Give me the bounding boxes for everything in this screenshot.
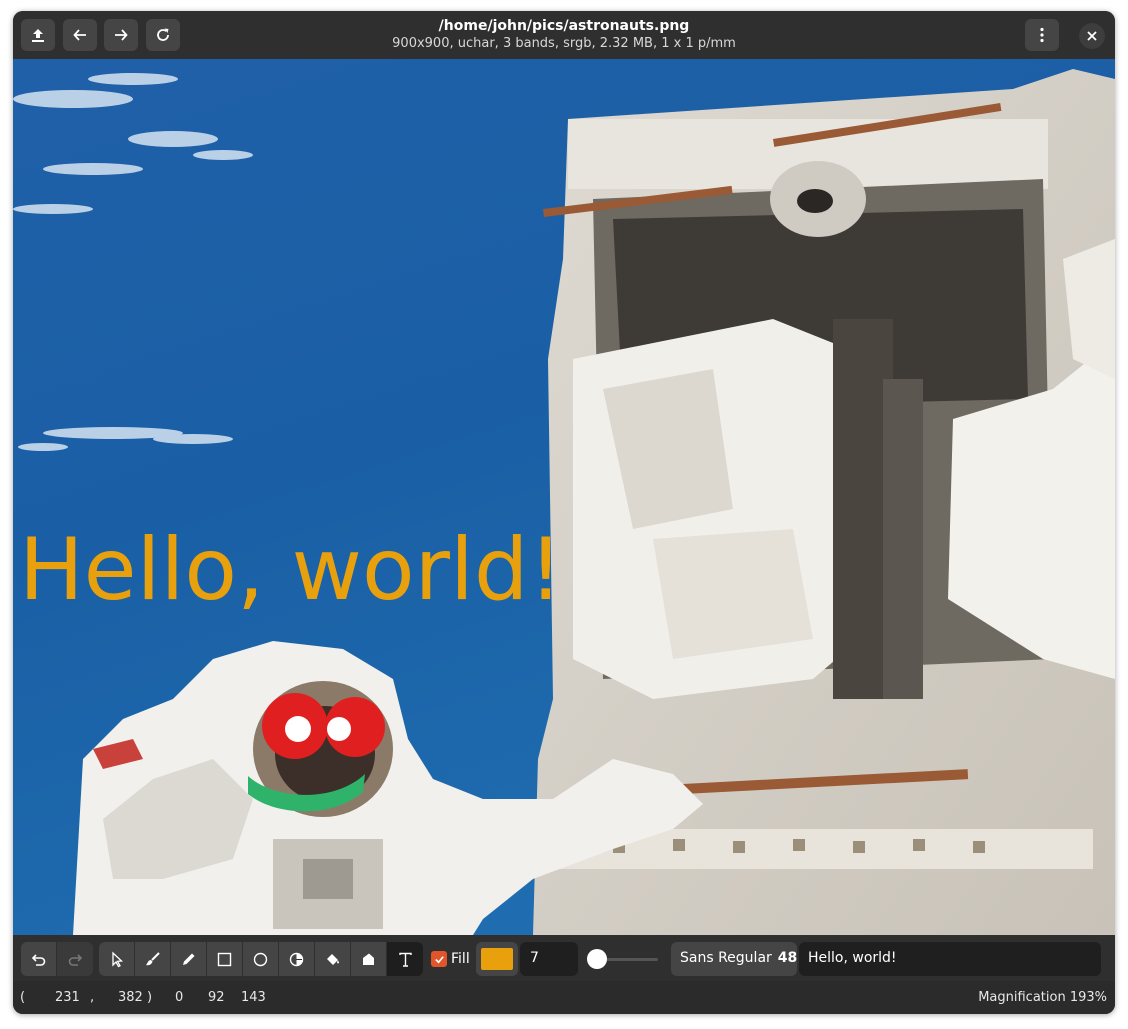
fill-toggle[interactable]: Fill	[431, 951, 470, 967]
font-size: 48	[777, 950, 798, 966]
coord-x: 231	[55, 990, 80, 1005]
reload-button[interactable]	[146, 19, 180, 51]
next-image-button[interactable]	[104, 19, 138, 51]
fill-checkbox[interactable]	[431, 951, 447, 967]
line-width-input[interactable]: 7	[520, 942, 578, 976]
pencil-icon	[183, 953, 195, 965]
pencil-tool-button[interactable]	[171, 942, 207, 976]
upload-icon	[32, 29, 44, 42]
flood-fill-icon	[327, 953, 339, 965]
flood-fill-tool-button[interactable]	[315, 942, 351, 976]
arrow-right-icon	[115, 29, 128, 41]
history-group	[21, 942, 93, 976]
text-tool-button[interactable]	[387, 942, 423, 976]
bucket-tool-button[interactable]	[351, 942, 387, 976]
upload-button[interactable]	[21, 19, 55, 51]
title-area: /home/john/pics/astronauts.png 900x900, …	[213, 17, 915, 53]
tools-group	[99, 942, 423, 976]
close-icon	[1087, 31, 1097, 41]
select-icon	[112, 950, 124, 967]
undo-button[interactable]	[21, 942, 57, 976]
window-title: /home/john/pics/astronauts.png	[438, 18, 690, 34]
arrow-left-icon	[73, 29, 86, 41]
paint-toolbar: Fill 7 Sans Regular 48 Hello, world!	[13, 935, 1115, 981]
select-tool-button[interactable]	[99, 942, 135, 976]
font-name: Sans Regular	[680, 950, 772, 966]
header-bar: /home/john/pics/astronauts.png 900x900, …	[13, 11, 1115, 59]
image-info: 900x900, uchar, 3 bands, srgb, 2.32 MB, …	[392, 36, 736, 51]
canvas-text-annotation[interactable]: Hello, world!	[19, 520, 563, 620]
coord-open: (	[20, 990, 26, 1005]
image-viewer-window: /home/john/pics/astronauts.png 900x900, …	[13, 11, 1115, 1014]
undo-icon	[31, 953, 46, 966]
pixel-green-value: 92	[208, 990, 225, 1005]
checkmark-icon	[434, 955, 444, 963]
text-input[interactable]: Hello, world!	[799, 942, 1101, 976]
coord-sep: ,	[90, 990, 95, 1005]
right-pupil-shape	[327, 717, 351, 741]
circle-tool-button[interactable]	[243, 942, 279, 976]
opacity-slider-track[interactable]	[598, 958, 658, 961]
magnification-readout: Magnification 193%	[978, 990, 1107, 1005]
pixel-red-value: 0	[175, 990, 184, 1005]
kebab-menu-icon	[1040, 27, 1044, 43]
main-menu-button[interactable]	[1025, 19, 1059, 51]
coord-close: )	[147, 990, 153, 1005]
font-chooser-button[interactable]: Sans Regular 48	[671, 942, 797, 976]
opacity-slider-knob[interactable]	[587, 949, 607, 969]
status-bar: ( 231 , 382 ) 0 92 143 Magnification 193…	[13, 981, 1115, 1014]
contrast-icon	[289, 952, 304, 966]
redo-button[interactable]	[57, 942, 93, 976]
brush-icon	[146, 951, 160, 965]
refresh-icon	[157, 28, 169, 41]
close-button[interactable]	[1079, 23, 1105, 49]
pixel-blue-value: 143	[241, 990, 266, 1005]
brush-tool-button[interactable]	[135, 942, 171, 976]
coord-y: 382	[118, 990, 143, 1005]
contrast-tool-button[interactable]	[279, 942, 315, 976]
previous-image-button[interactable]	[63, 19, 97, 51]
text-icon	[398, 952, 412, 967]
image-canvas[interactable]: Hello, world!	[13, 59, 1115, 935]
rectangle-tool-button[interactable]	[207, 942, 243, 976]
circle-icon	[253, 952, 268, 966]
color-swatch	[481, 948, 513, 970]
astronaut-image: Hello, world!	[13, 59, 1115, 935]
color-picker-button[interactable]	[476, 942, 518, 976]
left-pupil-shape	[285, 716, 311, 742]
fill-label: Fill	[451, 951, 470, 967]
bucket-icon	[363, 953, 374, 965]
rectangle-icon	[217, 952, 232, 966]
redo-icon	[68, 953, 82, 966]
